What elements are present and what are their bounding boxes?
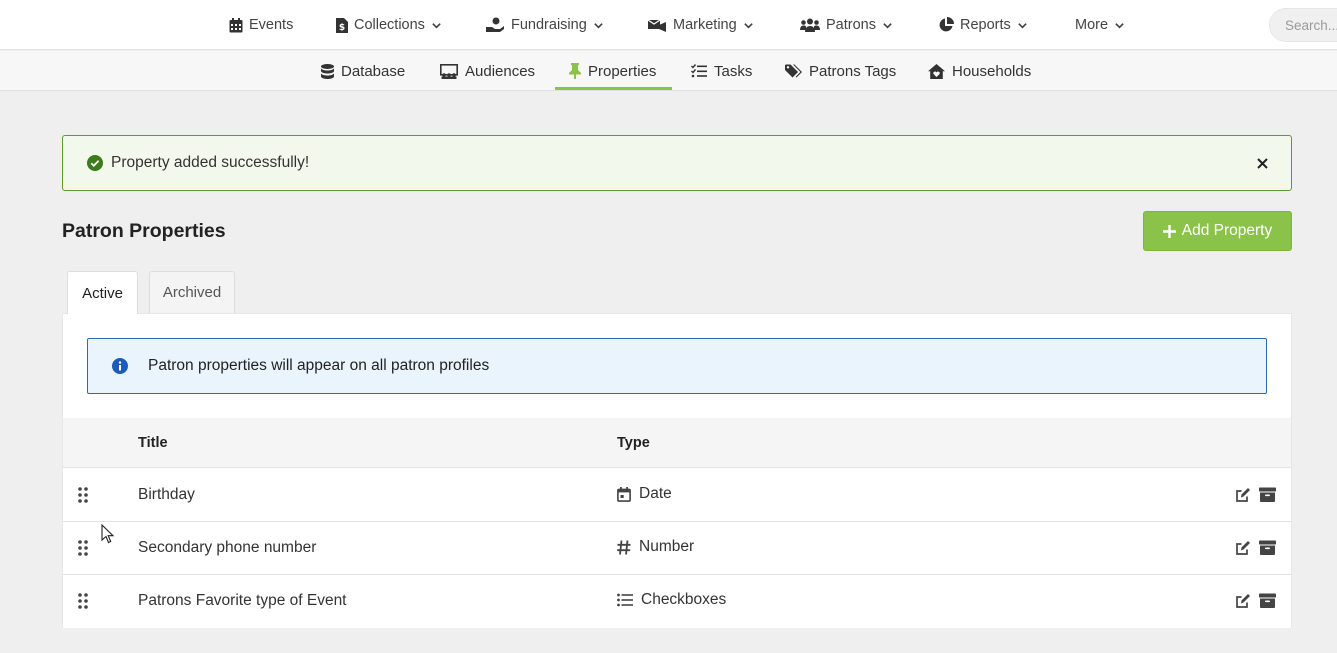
property-type: Date — [617, 485, 672, 503]
table-row: Birthday Date — [63, 469, 1291, 522]
chevron-down-icon — [594, 22, 603, 29]
drag-handle-icon[interactable] — [78, 593, 88, 609]
property-title: Secondary phone number — [138, 539, 317, 556]
nav-events-label: Events — [249, 17, 294, 33]
edit-icon[interactable] — [1235, 487, 1251, 503]
drag-handle-icon[interactable] — [78, 487, 88, 503]
subnav-properties-label: Properties — [588, 62, 657, 80]
sub-nav: Database Audiences Properties Tasks Patr… — [0, 51, 1337, 91]
archive-icon[interactable] — [1259, 593, 1276, 608]
subnav-tasks[interactable]: Tasks — [691, 51, 752, 91]
info-message: Patron properties will appear on all pat… — [148, 357, 490, 374]
drag-handle-icon[interactable] — [78, 540, 88, 556]
nav-patrons[interactable]: Patrons — [800, 0, 893, 50]
chevron-down-icon — [432, 22, 441, 29]
nav-patrons-label: Patrons — [826, 17, 876, 33]
active-tab-indicator — [555, 87, 672, 90]
subnav-patrons-tags-label: Patrons Tags — [809, 62, 897, 80]
mouse-cursor-icon — [101, 524, 115, 544]
property-type: Checkboxes — [617, 591, 726, 609]
nav-collections-label: Collections — [354, 17, 425, 33]
tags-icon — [785, 64, 802, 77]
task-list-icon — [691, 64, 707, 78]
users-icon — [800, 18, 820, 32]
pie-chart-icon — [939, 17, 954, 32]
top-nav: Events $ Collections Fundraising Marketi… — [0, 0, 1337, 50]
subnav-database[interactable]: Database — [321, 51, 405, 91]
nav-fundraising-label: Fundraising — [511, 17, 587, 33]
nav-events[interactable]: Events — [229, 0, 293, 50]
tab-active-label: Active — [82, 284, 123, 302]
nav-reports[interactable]: Reports — [938, 0, 1028, 50]
property-type: Number — [617, 538, 694, 556]
edit-icon[interactable] — [1235, 540, 1251, 556]
subnav-households-label: Households — [952, 62, 1032, 80]
chevron-down-icon — [743, 22, 753, 29]
subnav-properties[interactable]: Properties — [569, 51, 656, 91]
alert-message: Property added successfully! — [111, 154, 310, 171]
thumbtack-icon — [569, 63, 581, 79]
hand-donation-icon — [486, 17, 504, 32]
check-circle-icon — [87, 155, 103, 171]
calendar-icon — [617, 486, 631, 502]
nav-collections[interactable]: $ Collections — [336, 0, 442, 50]
property-type-label: Number — [639, 538, 695, 555]
property-title: Birthday — [138, 486, 195, 503]
chevron-down-icon — [883, 22, 892, 29]
subnav-patrons-tags[interactable]: Patrons Tags — [785, 51, 896, 91]
add-property-button[interactable]: Add Property — [1143, 211, 1292, 251]
nav-more[interactable]: More — [1075, 0, 1125, 50]
archive-icon[interactable] — [1259, 487, 1276, 502]
table-row: Patrons Favorite type of Event Checkboxe… — [63, 575, 1291, 628]
plus-icon — [1162, 224, 1176, 238]
chevron-down-icon — [1115, 22, 1124, 29]
dollar-file-icon: $ — [336, 17, 348, 33]
tab-archived-label: Archived — [162, 284, 222, 301]
nav-marketing-label: Marketing — [673, 17, 737, 33]
subnav-database-label: Database — [341, 62, 406, 80]
list-icon — [617, 593, 633, 607]
column-title: Title — [138, 435, 168, 451]
archive-icon[interactable] — [1259, 540, 1276, 555]
table-header: Title Type — [63, 418, 1291, 468]
page-title: Patron Properties — [62, 220, 226, 242]
close-icon — [1256, 157, 1268, 169]
nav-reports-label: Reports — [960, 17, 1011, 33]
table-row: Secondary phone number Number — [63, 522, 1291, 575]
info-icon — [112, 358, 128, 374]
chevron-down-icon — [1018, 22, 1027, 29]
nav-marketing[interactable]: Marketing — [648, 0, 754, 50]
hash-icon — [617, 539, 631, 555]
subnav-audiences[interactable]: Audiences — [440, 51, 535, 91]
success-alert: Property added successfully! — [62, 135, 1292, 191]
mail-bullhorn-icon — [648, 19, 666, 32]
property-type-label: Checkboxes — [641, 591, 727, 608]
nav-fundraising[interactable]: Fundraising — [486, 0, 604, 50]
edit-icon[interactable] — [1235, 593, 1251, 609]
svg-text:$: $ — [339, 23, 345, 33]
nav-more-label: More — [1075, 17, 1109, 33]
database-icon — [321, 63, 334, 79]
calendar-icon — [229, 17, 243, 32]
tab-archived[interactable]: Archived — [149, 271, 235, 313]
subnav-households[interactable]: Households — [928, 51, 1031, 91]
property-title: Patrons Favorite type of Event — [138, 592, 347, 609]
property-type-label: Date — [639, 485, 672, 502]
search-input[interactable] — [1269, 8, 1337, 42]
subnav-tasks-label: Tasks — [714, 62, 753, 80]
close-alert-button[interactable] — [1253, 154, 1271, 172]
column-type: Type — [617, 435, 650, 451]
house-icon — [928, 63, 945, 79]
add-property-label: Add Property — [1181, 222, 1273, 239]
subnav-audiences-label: Audiences — [465, 62, 536, 80]
properties-card: Patron properties will appear on all pat… — [62, 313, 1292, 628]
info-banner: Patron properties will appear on all pat… — [87, 338, 1267, 394]
tab-active[interactable]: Active — [67, 271, 138, 314]
audience-icon — [440, 63, 458, 79]
